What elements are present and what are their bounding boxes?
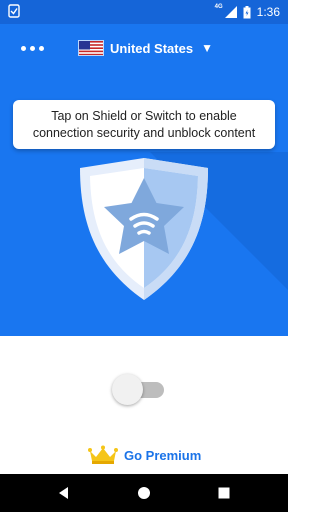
hint-text: Tap on Shield or Switch to enable connec… bbox=[32, 108, 256, 140]
country-selector[interactable]: United States ▼ bbox=[78, 36, 213, 60]
back-triangle-icon bbox=[59, 487, 68, 499]
home-button[interactable] bbox=[134, 483, 154, 503]
notification-icon bbox=[8, 4, 20, 18]
clock: 1:36 bbox=[256, 5, 280, 19]
vpn-switch[interactable] bbox=[112, 373, 164, 407]
crown-icon bbox=[88, 445, 118, 464]
status-bar: 4G 1:36 bbox=[0, 0, 288, 24]
us-flag-icon bbox=[78, 40, 104, 56]
shield-star-wifi-icon[interactable] bbox=[76, 156, 212, 302]
more-menu-button[interactable] bbox=[14, 37, 50, 59]
home-circle-icon bbox=[138, 487, 150, 499]
premium-label: Go Premium bbox=[124, 447, 202, 463]
go-premium-button[interactable]: Go Premium bbox=[88, 444, 201, 466]
hint-tooltip: Tap on Shield or Switch to enable connec… bbox=[13, 100, 275, 149]
more-horizontal-icon bbox=[20, 45, 26, 51]
network-type: 4G bbox=[214, 4, 223, 10]
recents-square-icon bbox=[218, 487, 230, 499]
caret-down-icon: ▼ bbox=[201, 41, 213, 55]
country-name: United States bbox=[110, 40, 194, 56]
back-button[interactable] bbox=[54, 483, 74, 503]
top-bar: United States ▼ bbox=[0, 24, 288, 72]
signal-icon bbox=[224, 6, 237, 18]
recents-button[interactable] bbox=[214, 483, 234, 503]
switch-knob bbox=[112, 374, 143, 405]
navigation-bar bbox=[0, 474, 288, 512]
battery-icon bbox=[243, 5, 251, 18]
